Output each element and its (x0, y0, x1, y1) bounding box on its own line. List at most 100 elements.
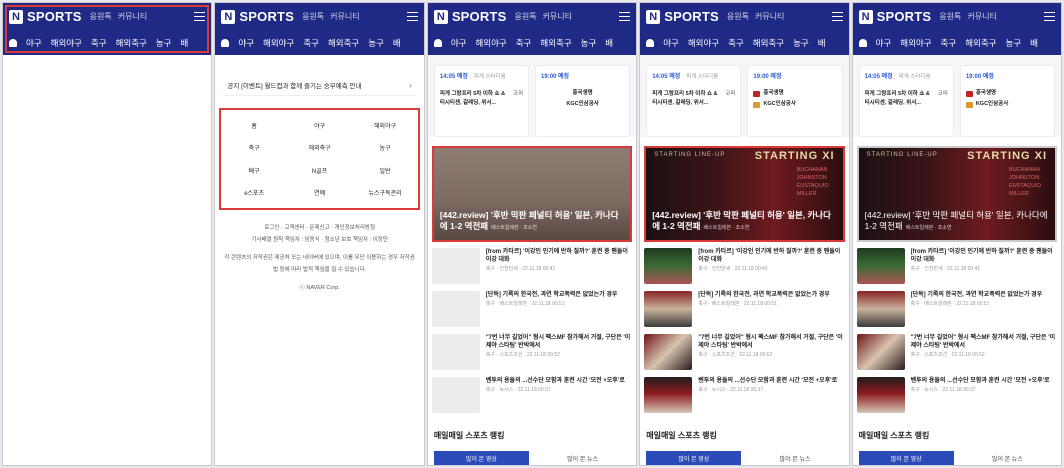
nav-cheer[interactable]: 응원톡 (514, 12, 536, 21)
list-item[interactable]: [단독] 기록의 한국전, 과연 학교폭력은 없었는가 경우 축구 · 베스트일레… (856, 291, 1057, 330)
cat-overseas-soccer[interactable]: 해외축구 (328, 37, 359, 49)
grid-item-overseas-baseball[interactable]: 해외야구 (374, 121, 396, 130)
grid-item-entertainment[interactable]: 연예 (314, 188, 325, 197)
home-icon[interactable] (433, 38, 442, 47)
list-item[interactable]: "7번 너무 길었어" 형시 팩스MF 참가해서 거절, 구단은 '이제야 스타… (856, 334, 1057, 373)
nav-cheer[interactable]: 응원톡 (90, 12, 112, 21)
logo-text[interactable]: SPORTS (664, 9, 719, 24)
grid-item-golf[interactable]: N골프 (312, 166, 327, 175)
logo-text[interactable]: SPORTS (877, 9, 932, 24)
logo-n-icon[interactable]: N (9, 9, 23, 24)
list-item[interactable]: 벤투의 용들의 ...선수단 모함과 훈련 시간 '모전 +오후'로 축구 · 뉴… (856, 377, 1057, 416)
menu-icon[interactable] (406, 12, 418, 21)
list-item[interactable]: "7번 너무 길었어" 형시 팩스MF 참가해서 거절, 구단은 '이제야 스타… (644, 334, 844, 373)
list-item[interactable]: [from 카타르] '이강인 인기에 반하 질까?' 훈련 중 팬들이 이강 … (856, 248, 1057, 287)
cat-soccer[interactable]: 축구 (516, 37, 532, 49)
cat-baseball[interactable]: 야구 (876, 37, 892, 49)
schedule-card-skating[interactable]: 14:05 예정 피게 스타디움 피게 그랑프리 5차 이하 쇼 & 티시티센, … (433, 65, 530, 137)
tab-most-viewed-video[interactable]: 많이 본 영상 (646, 451, 742, 465)
menu-icon[interactable] (831, 12, 843, 21)
schedule-card-skating[interactable]: 14:05 예정 피게 스타디움 피게 그랑프리 5차 이하 쇼 & 티시티센, … (858, 65, 954, 137)
cat-baseball[interactable]: 야구 (451, 37, 467, 49)
notice-bar[interactable]: 공지 [이벤트] 월드컵과 함께 즐기는 승부예측 안내 › (223, 74, 416, 96)
home-icon[interactable] (9, 38, 17, 47)
home-icon[interactable] (858, 38, 867, 47)
cat-basketball[interactable]: 농구 (793, 37, 809, 49)
grid-item-general[interactable]: 일반 (380, 166, 391, 175)
logo-text[interactable]: SPORTS (452, 9, 507, 24)
cat-overseas-baseball[interactable]: 해외야구 (51, 37, 82, 49)
cat-soccer[interactable]: 축구 (91, 37, 107, 49)
logo-text[interactable]: SPORTS (239, 9, 294, 24)
cat-volleyball[interactable]: 배 (818, 37, 826, 49)
tab-most-viewed-video[interactable]: 많이 본 영상 (858, 451, 954, 465)
footer-link-row[interactable]: 로그인 · 고객센터 · 문제신고 · 개인정보처리방침 (223, 222, 415, 234)
cat-basketball[interactable]: 농구 (1005, 37, 1021, 49)
cat-baseball[interactable]: 야구 (26, 37, 42, 49)
cat-overseas-baseball[interactable]: 해외야구 (263, 37, 294, 49)
hero-article[interactable]: STARTING LINE-UP STARTING XI BUCHANAN JO… (856, 146, 1058, 242)
cat-overseas-soccer[interactable]: 해외축구 (753, 37, 784, 49)
grid-item-overseas-soccer[interactable]: 해외축구 (309, 143, 331, 152)
cat-overseas-baseball[interactable]: 해외야구 (475, 37, 506, 49)
schedule-card-volleyball[interactable]: 19:00 예정 흥국생명 KGC인삼공사 (535, 65, 631, 137)
logo-n-icon[interactable]: N (221, 9, 236, 24)
tab-most-viewed-news[interactable]: 많이 본 뉴스 (535, 451, 630, 465)
cat-volleyball[interactable]: 배 (180, 37, 188, 49)
tab-most-viewed-news[interactable]: 많이 본 뉴스 (747, 451, 842, 465)
list-item[interactable]: 벤투의 용들의 ...선수단 모함과 훈련 시간 '모전 +오후'로 축구 · 뉴… (431, 377, 632, 416)
schedule-card-skating[interactable]: 14:05 예정 피게 스타디움 피게 그랑프리 5차 이하 쇼 & 티시티센, … (646, 65, 742, 137)
logo-n-icon[interactable]: N (646, 9, 661, 24)
cat-overseas-soccer[interactable]: 해외축구 (116, 37, 147, 49)
cat-basketball[interactable]: 농구 (368, 37, 384, 49)
tab-most-viewed-news[interactable]: 많이 본 뉴스 (960, 451, 1055, 465)
cat-baseball[interactable]: 야구 (663, 37, 679, 49)
cat-overseas-baseball[interactable]: 해외야구 (688, 37, 719, 49)
menu-icon[interactable] (619, 12, 631, 21)
cat-volleyball[interactable]: 배 (605, 37, 613, 49)
grid-item-esports[interactable]: e스포츠 (244, 188, 264, 197)
list-item[interactable]: "7번 너무 길었어" 형시 팩스MF 참가해서 거절, 구단은 '이제야 스타… (431, 334, 632, 373)
schedule-card-volleyball[interactable]: 19:00 예정 흥국생명 KGC인삼공사 (747, 65, 843, 137)
nav-cheer[interactable]: 응원톡 (939, 12, 961, 21)
cat-basketball[interactable]: 농구 (581, 37, 597, 49)
cat-overseas-soccer[interactable]: 해외축구 (965, 37, 996, 49)
grid-item-home[interactable]: 홈 (251, 121, 257, 130)
grid-item-baseball[interactable]: 야구 (314, 121, 325, 130)
nav-cheer[interactable]: 응원톡 (302, 12, 324, 21)
nav-community[interactable]: 커뮤니티 (118, 12, 147, 21)
cat-volleyball[interactable]: 배 (1030, 37, 1038, 49)
nav-community[interactable]: 커뮤니티 (330, 12, 359, 21)
list-item[interactable]: [단독] 기록의 한국전, 과연 학교폭력은 없었는가 경우 축구 · 베스트일레… (431, 291, 632, 330)
hero-article[interactable]: [442.review] '후반 막판 페널티 허용' 일본, 카나다에 1-2… (431, 146, 633, 242)
cat-overseas-baseball[interactable]: 해외야구 (900, 37, 931, 49)
logo-n-icon[interactable]: N (858, 9, 873, 24)
list-item[interactable]: 벤투의 용들의 ...선수단 모함과 훈련 시간 '모전 +오후'로 축구 · 뉴… (644, 377, 844, 416)
schedule-card-volleyball[interactable]: 19:00 예정 흥국생명 KGC인삼공사 (959, 65, 1056, 137)
nav-community[interactable]: 커뮤니티 (967, 12, 996, 21)
nav-community[interactable]: 커뮤니티 (755, 12, 784, 21)
logo-text[interactable]: SPORTS (27, 9, 82, 24)
home-icon[interactable] (646, 38, 655, 47)
hero-article[interactable]: STARTING LINE-UP STARTING XI BUCHANAN JO… (644, 146, 845, 242)
menu-icon[interactable] (1044, 12, 1056, 21)
cat-basketball[interactable]: 농구 (156, 37, 172, 49)
tab-most-viewed-video[interactable]: 많이 본 영상 (433, 451, 530, 465)
cat-volleyball[interactable]: 배 (393, 37, 401, 49)
grid-item-soccer[interactable]: 축구 (249, 143, 260, 152)
home-icon[interactable] (221, 38, 230, 47)
cat-soccer[interactable]: 축구 (728, 37, 744, 49)
list-item[interactable]: [from 카타르] '이강인 인기에 반하 질까?' 훈련 중 팬들이 이강 … (644, 248, 844, 287)
cat-soccer[interactable]: 축구 (941, 37, 957, 49)
list-item[interactable]: [from 카타르] '이강인 인기에 반하 질까?' 훈련 중 팬들이 이강 … (431, 248, 632, 287)
grid-item-news-subscription[interactable]: 뉴스구독관리 (369, 188, 402, 197)
nav-community[interactable]: 커뮤니티 (543, 12, 572, 21)
grid-item-volleyball[interactable]: 배구 (249, 166, 260, 175)
grid-item-basketball[interactable]: 농구 (380, 143, 391, 152)
nav-cheer[interactable]: 응원톡 (727, 12, 749, 21)
list-item[interactable]: [단독] 기록의 한국전, 과연 학교폭력은 없었는가 경우 축구 · 베스트일레… (644, 291, 844, 330)
cat-soccer[interactable]: 축구 (303, 37, 319, 49)
menu-icon[interactable] (194, 12, 206, 21)
cat-overseas-soccer[interactable]: 해외축구 (540, 37, 571, 49)
cat-baseball[interactable]: 야구 (238, 37, 254, 49)
